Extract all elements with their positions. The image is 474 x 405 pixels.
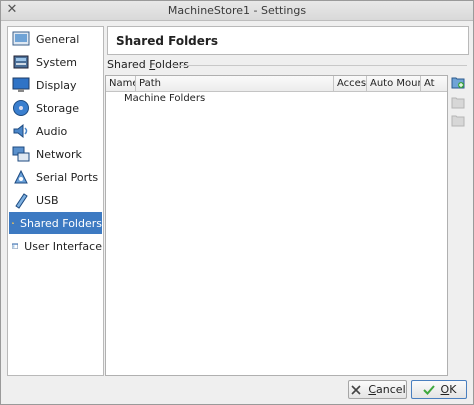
display-icon bbox=[12, 77, 30, 92]
add-folder-icon[interactable] bbox=[451, 75, 465, 89]
settings-window: ✕ MachineStore1 - Settings General Syste… bbox=[0, 0, 474, 405]
checkmark-icon bbox=[422, 384, 435, 395]
cancel-icon bbox=[351, 384, 361, 395]
cancel-mnemonic: C bbox=[368, 383, 377, 396]
table-header: Name Path Access Auto Mount At bbox=[106, 76, 447, 92]
storage-icon bbox=[13, 100, 29, 116]
sidebar-item-label: General bbox=[36, 32, 80, 46]
sidebar-item-label: Shared Folders bbox=[20, 216, 102, 230]
sidebar-item-display[interactable]: Display bbox=[9, 74, 102, 96]
user-interface-icon bbox=[12, 243, 19, 249]
column-header-at[interactable]: At bbox=[421, 76, 447, 91]
ok-button[interactable]: OK bbox=[411, 380, 467, 399]
sidebar-item-storage[interactable]: Storage bbox=[9, 97, 102, 119]
ok-label-rest: K bbox=[449, 383, 457, 396]
sidebar-item-label: USB bbox=[36, 193, 59, 207]
column-header-name[interactable]: Name bbox=[106, 76, 136, 91]
edit-folder-icon[interactable] bbox=[451, 95, 465, 109]
sidebar-item-label: Storage bbox=[36, 101, 80, 115]
ok-label: OK bbox=[441, 383, 457, 396]
sidebar-item-system[interactable]: System bbox=[9, 51, 102, 73]
usb-icon bbox=[15, 193, 28, 209]
shared-folders-icon bbox=[12, 222, 14, 224]
settings-sidebar: General System Display Storage Audio Net… bbox=[7, 26, 104, 376]
cancel-button[interactable]: Cancel bbox=[348, 380, 407, 399]
general-icon bbox=[12, 31, 30, 46]
sidebar-item-label: Audio bbox=[36, 124, 68, 138]
sidebar-item-label: Network bbox=[36, 147, 82, 161]
ok-mnemonic: O bbox=[440, 383, 450, 396]
sidebar-item-label: Serial Ports bbox=[36, 170, 99, 184]
sidebar-item-user-interface[interactable]: User Interface bbox=[9, 235, 102, 257]
cancel-label: Cancel bbox=[368, 383, 405, 396]
column-header-auto-mount[interactable]: Auto Mount bbox=[367, 76, 421, 91]
group-label-pre: Shared bbox=[107, 58, 150, 71]
group-divider bbox=[171, 65, 467, 66]
cancel-label-rest: ancel bbox=[376, 383, 406, 396]
page-header: Shared Folders bbox=[107, 26, 469, 55]
sidebar-item-audio[interactable]: Audio bbox=[9, 120, 102, 142]
sidebar-item-general[interactable]: General bbox=[9, 28, 102, 50]
sidebar-item-network[interactable]: Network bbox=[9, 143, 102, 165]
shared-folders-table[interactable]: Name Path Access Auto Mount At Machine F… bbox=[105, 75, 448, 376]
sidebar-item-label: System bbox=[36, 55, 78, 69]
sidebar-item-label: Display bbox=[36, 78, 77, 92]
sidebar-item-label: User Interface bbox=[24, 239, 102, 253]
sidebar-item-serial-ports[interactable]: Serial Ports bbox=[9, 166, 102, 188]
system-icon bbox=[13, 55, 29, 69]
remove-folder-icon[interactable] bbox=[451, 113, 465, 127]
audio-icon bbox=[13, 123, 28, 139]
serial-ports-icon bbox=[14, 169, 28, 184]
page-title: Shared Folders bbox=[116, 34, 218, 48]
sidebar-item-shared-folders[interactable]: Shared Folders bbox=[9, 212, 102, 234]
window-title: MachineStore1 - Settings bbox=[167, 4, 307, 17]
sidebar-item-usb[interactable]: USB bbox=[9, 189, 102, 211]
network-icon bbox=[12, 146, 30, 162]
column-header-path[interactable]: Path bbox=[136, 76, 334, 91]
table-row[interactable]: Machine Folders bbox=[124, 93, 205, 104]
title-bar: ✕ MachineStore1 - Settings bbox=[1, 1, 473, 21]
column-header-access[interactable]: Access bbox=[334, 76, 367, 91]
